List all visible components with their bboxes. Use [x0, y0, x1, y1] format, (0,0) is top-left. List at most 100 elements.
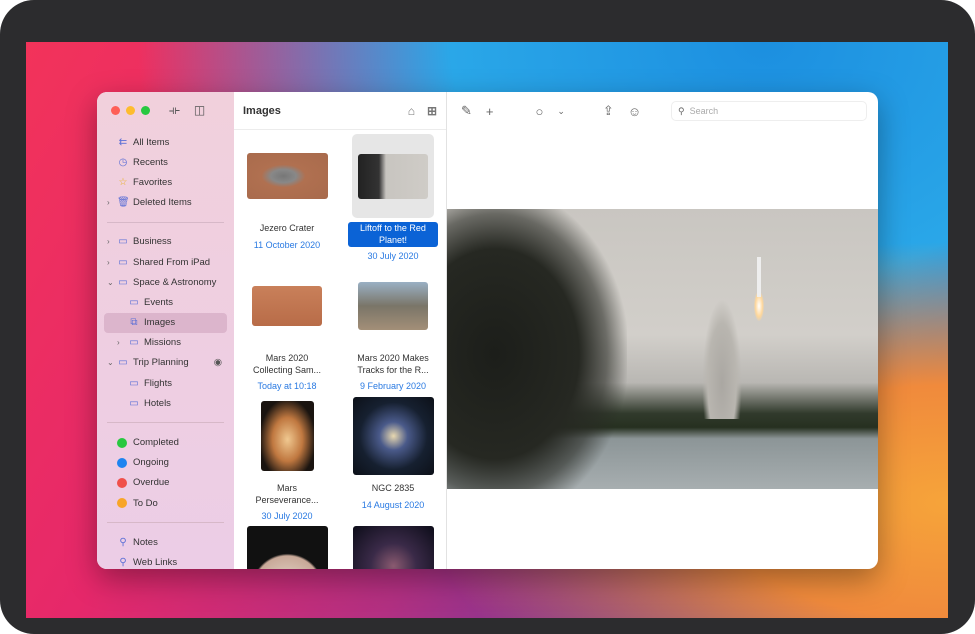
label: Images: [144, 317, 176, 329]
item-title: Liftoff to the Red Planet!: [348, 222, 438, 247]
sidebar-item-events[interactable]: ▭ Events: [97, 292, 234, 312]
label: Missions: [144, 337, 181, 349]
folder-icon: ▭: [129, 337, 139, 349]
folder-icon: ▭: [129, 296, 139, 308]
item-date: 14 August 2020: [361, 499, 425, 510]
grid-view-icon[interactable]: ⊞: [427, 104, 437, 118]
thumbnail: [246, 526, 328, 569]
sidebar-item-all-items[interactable]: ⇇ All Items: [97, 132, 234, 152]
item-title: Jezero Crater: [259, 223, 315, 233]
status-circle-icon[interactable]: ○: [536, 104, 544, 119]
smart-search-web-links[interactable]: ⚲ Web Links: [97, 552, 234, 569]
sidebar-item-hotels[interactable]: ▭ Hotels: [97, 393, 234, 413]
chevron-down-icon[interactable]: ⌄: [557, 106, 565, 117]
sidebar-item-flights[interactable]: ▭ Flights: [97, 373, 234, 393]
item-date: 9 February 2020: [359, 381, 427, 391]
thumbnail: [252, 286, 322, 326]
sidebar-item-images[interactable]: ⧉ Images: [104, 312, 227, 333]
list-item[interactable]: Liftoff to the Red Planet! 30 July 2020: [340, 134, 446, 264]
all-items-icon: ⇇: [118, 136, 128, 148]
label: Favorites: [133, 176, 173, 188]
folder-icon: ▭: [129, 377, 139, 389]
folder-icon: ▭: [129, 397, 139, 409]
tag-icon[interactable]: ⌂: [408, 104, 415, 118]
list-item[interactable]: Mars 2020 Collecting Sam... Today at 10:1…: [234, 264, 340, 394]
minimize-button[interactable]: [126, 106, 135, 115]
images-icon: ⧉: [130, 317, 138, 329]
tag-overdue[interactable]: Overdue: [97, 473, 234, 493]
tag-ongoing[interactable]: Ongoing: [97, 453, 234, 473]
chevron-right-icon[interactable]: ›: [107, 258, 110, 267]
label: Trip Planning: [133, 357, 189, 369]
label: Overdue: [133, 477, 170, 489]
label: All Items: [133, 136, 170, 148]
item-title: Mars Perseverance...: [255, 483, 319, 505]
sidebar-item-favorites[interactable]: ☆ Favorites: [97, 172, 234, 192]
list-item[interactable]: Mars 2020 Makes Tracks for the R... 9 Feb…: [340, 264, 446, 394]
chevron-right-icon[interactable]: ›: [107, 198, 110, 207]
item-date: 30 July 2020: [367, 251, 419, 261]
zoom-button[interactable]: [141, 106, 150, 115]
chevron-right-icon[interactable]: ›: [107, 237, 110, 246]
label: Notes: [133, 536, 158, 548]
list-item[interactable]: [340, 524, 446, 569]
clock-icon: ◷: [118, 156, 128, 168]
search-icon: ⚲: [678, 105, 685, 116]
red-dot-icon: [117, 477, 127, 488]
search-input[interactable]: ⚲ Search: [671, 101, 867, 121]
divider: [107, 522, 224, 524]
label: Deleted Items: [133, 197, 192, 209]
chevron-down-icon[interactable]: ⌄: [107, 358, 114, 367]
smart-search-notes[interactable]: ⚲ Notes: [97, 532, 234, 552]
chevron-down-icon[interactable]: ⌄: [107, 278, 114, 287]
app-window: ⟛ ◫ ⇇ All Items ◷ Recents ☆ Favorites › 🗑 Del…: [97, 92, 878, 569]
sidebar-toggle-icon[interactable]: ◫: [194, 103, 205, 118]
divider: [107, 221, 224, 223]
sidebar-item-business[interactable]: › ▭ Business: [97, 232, 234, 252]
thumbnail: [352, 397, 434, 475]
sidebar-item-trip-planning[interactable]: ⌄ ▭ Trip Planning ◉: [97, 353, 234, 373]
list-item[interactable]: Mars Perseverance... 30 July 2020: [234, 394, 340, 524]
list-item[interactable]: NGC 2835 14 August 2020: [340, 394, 446, 524]
collaborate-icon[interactable]: ☺: [628, 104, 641, 119]
close-button[interactable]: [111, 106, 120, 115]
folder-icon: ▭: [118, 357, 128, 369]
tag-completed[interactable]: Completed: [97, 432, 234, 452]
sidebar-item-deleted[interactable]: › 🗑 Deleted Items: [97, 193, 234, 213]
chevron-right-icon[interactable]: ›: [117, 338, 120, 347]
list-item[interactable]: Jezero Crater 11 October 2020: [234, 134, 340, 264]
item-date: 11 October 2020: [253, 239, 321, 250]
label: Events: [144, 296, 174, 308]
blue-dot-icon: [117, 457, 127, 468]
label: Web Links: [133, 556, 178, 568]
thumbnail: [260, 401, 314, 471]
sidebar-item-missions[interactable]: › ▭ Missions: [97, 333, 234, 353]
label: Flights: [144, 377, 172, 389]
resize-panel-icon[interactable]: ⟛: [169, 103, 180, 118]
item-title: Mars 2020 Collecting Sam...: [252, 353, 322, 375]
thumbnail: [246, 153, 328, 199]
label: Completed: [133, 437, 179, 449]
star-icon: ☆: [118, 176, 128, 188]
thumbnail: [352, 526, 434, 569]
sidebar-item-shared[interactable]: › ▭ Shared From iPad: [97, 252, 234, 272]
thumbnail: [358, 153, 428, 199]
list-item[interactable]: [234, 524, 340, 569]
sidebar-item-space[interactable]: ⌄ ▭ Space & Astronomy: [97, 272, 234, 292]
folder-icon: ▭: [118, 236, 128, 248]
item-list: Images ⌂ ⊞ Jezero Crater 11 October 2020 …: [234, 92, 447, 569]
search-icon: ⚲: [119, 536, 127, 548]
item-title: NGC 2835: [371, 483, 415, 493]
sidebar-item-recents[interactable]: ◷ Recents: [97, 152, 234, 172]
tag-todo[interactable]: To Do: [97, 493, 234, 513]
search-icon: ⚲: [119, 556, 127, 568]
label: Recents: [133, 156, 168, 168]
folder-icon: ▭: [118, 256, 128, 268]
plus-icon[interactable]: +: [486, 104, 494, 119]
sidebar: ⟛ ◫ ⇇ All Items ◷ Recents ☆ Favorites › 🗑 Del…: [97, 92, 234, 569]
edit-icon[interactable]: ✎: [461, 103, 472, 119]
share-icon[interactable]: ⇪: [603, 103, 614, 119]
item-title: Mars 2020 Makes Tracks for the R...: [357, 353, 429, 375]
green-dot-icon: [117, 437, 127, 448]
label: Hotels: [144, 397, 171, 409]
